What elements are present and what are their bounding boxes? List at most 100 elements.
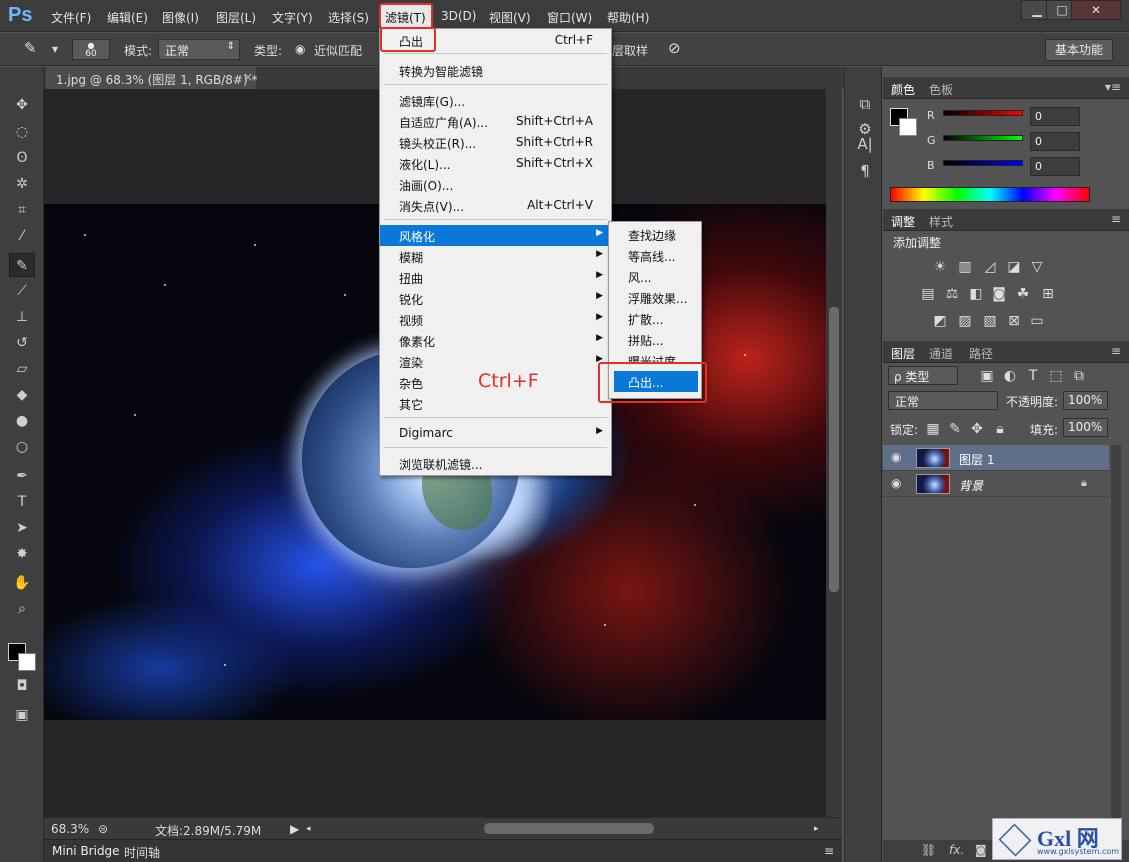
workspace-button[interactable]: 基本功能 [1045,39,1113,61]
red-value[interactable]: 0 [1030,107,1080,126]
photo-filter-icon[interactable]: ◙ [990,286,1008,302]
color-balance-icon[interactable]: ⚖ [943,286,961,302]
lock-pixels-icon[interactable]: ✎ [946,421,964,437]
menu-layer[interactable]: 图层(L) [216,9,256,26]
screen-mode-icon[interactable]: ▣ [9,703,35,727]
marquee-tool-icon[interactable]: ◌ [9,120,35,144]
curves-icon[interactable]: ◿ [981,259,999,275]
menu-help[interactable]: 帮助(H) [607,9,649,26]
menu-item-sharpen[interactable]: 锐化 ▶ [380,288,611,309]
pressure-icon[interactable]: ⊘ [668,39,681,57]
paint-bucket-tool-icon[interactable]: ◆ [9,383,35,407]
submenu-item-emboss[interactable]: 浮雕效果... [609,287,701,308]
layer-fx-button[interactable]: fx. [949,843,964,857]
document-tab[interactable]: 1.jpg @ 68.3% (图层 1, RGB/8#) * × [46,67,257,89]
menu-item-vanishing-point[interactable]: 消失点(V)... Alt+Ctrl+V [380,195,611,216]
vertical-scrollbar-thumb[interactable] [829,307,839,592]
paragraph-panel-icon[interactable]: ¶ [854,160,876,182]
menu-item-liquify[interactable]: 液化(L)... Shift+Ctrl+X [380,153,611,174]
tab-paths[interactable]: 路径 [969,345,993,362]
eyedropper-tool-icon[interactable]: ⁄ [9,224,35,248]
path-selection-tool-icon[interactable]: ➤ [9,516,35,540]
menu-type[interactable]: 文字(Y) [272,9,313,26]
menu-item-render[interactable]: 渲染 ▶ [380,351,611,372]
zoom-level[interactable]: 68.3% [51,822,89,836]
lasso-tool-icon[interactable]: ʘ [9,146,35,170]
pen-tool-icon[interactable]: ✒ [9,464,35,488]
blue-value[interactable]: 0 [1030,157,1080,176]
menu-select[interactable]: 选择(S) [328,9,369,26]
visibility-eye-icon[interactable]: ◉ [891,450,901,464]
vibrance-icon[interactable]: ▽ [1028,259,1046,275]
sample-all-layers-label[interactable]: 层取样 [612,42,648,59]
crop-tool-icon[interactable]: ⌗ [9,198,35,222]
menu-item-blur[interactable]: 模糊 ▶ [380,246,611,267]
menu-item-adaptive-wide-angle[interactable]: 自适应广角(A)... Shift+Ctrl+A [380,111,611,132]
tab-styles[interactable]: 样式 [929,213,953,230]
menu-item-lens-correction[interactable]: 镜头校正(R)... Shift+Ctrl+R [380,132,611,153]
menu-edit[interactable]: 编辑(E) [107,9,148,26]
background-color-swatch[interactable] [18,653,36,671]
green-value[interactable]: 0 [1030,132,1080,151]
vertical-scrollbar[interactable] [826,89,842,817]
tab-mini-bridge[interactable]: Mini Bridge [52,844,120,858]
threshold-icon[interactable]: ▧ [981,313,999,329]
clone-stamp-tool-icon[interactable]: ⊥ [9,305,35,329]
filter-adjustment-icon[interactable]: ◐ [1001,368,1019,384]
menu-filter[interactable]: 滤镜(T) [385,9,426,26]
status-menu-arrow-icon[interactable]: ▶ [290,822,299,836]
close-icon[interactable]: × [243,70,253,84]
selective-color-icon[interactable]: ⊠ [1005,313,1023,329]
filter-type-icon[interactable]: T [1024,368,1042,384]
tab-layers[interactable]: 图层 [891,345,915,362]
history-brush-tool-icon[interactable]: ↺ [9,331,35,355]
brush-tool-icon[interactable]: ⟋ [9,279,35,303]
color-spectrum[interactable] [890,187,1090,202]
posterize-icon[interactable]: ▨ [956,313,974,329]
menu-image[interactable]: 图像(I) [162,9,199,26]
layers-scrollbar[interactable] [1111,445,1121,845]
exposure-icon[interactable]: ◪ [1005,259,1023,275]
close-window-button[interactable]: ✕ [1071,0,1121,20]
filter-shape-icon[interactable]: ⬚ [1047,368,1065,384]
filter-smart-object-icon[interactable]: ⧉ [1070,368,1088,384]
filter-pixel-icon[interactable]: ▣ [978,368,996,384]
shape-tool-icon[interactable]: ✸ [9,542,35,566]
submenu-item-find-edges[interactable]: 查找边缘 [609,224,701,245]
tab-channels[interactable]: 通道 [929,345,953,362]
black-white-icon[interactable]: ◧ [967,286,985,302]
layer-filter-select[interactable]: ρ 类型 [888,366,958,385]
red-slider[interactable] [943,110,1023,116]
menu-item-digimarc[interactable]: Digimarc ▶ [380,423,611,444]
menu-3d[interactable]: 3D(D) [441,9,476,23]
menu-item-other[interactable]: 其它 [380,393,611,414]
zoom-tool-icon[interactable]: ⌕ [9,597,35,621]
background-color-swatch[interactable] [899,118,917,136]
menu-item-distort[interactable]: 扭曲 ▶ [380,267,611,288]
dodge-tool-icon[interactable]: ○ [9,435,35,459]
hue-saturation-icon[interactable]: ▤ [919,286,937,302]
brightness-icon[interactable]: ☀ [931,259,949,275]
add-mask-icon[interactable]: ◙ [975,843,987,857]
menu-item-stylize[interactable]: 风格化 ▶ [380,225,611,246]
opacity-input[interactable]: 100% [1063,391,1108,410]
brush-size-picker[interactable]: ● 60 [72,39,110,60]
eraser-tool-icon[interactable]: ▱ [9,357,35,381]
menu-file[interactable]: 文件(F) [51,9,91,26]
channel-mixer-icon[interactable]: ☘ [1014,286,1032,302]
menu-item-filter-gallery[interactable]: 滤镜库(G)... [380,90,611,111]
move-tool-icon[interactable]: ✥ [9,93,35,117]
green-slider[interactable] [943,135,1023,141]
spot-healing-brush-icon[interactable]: ✎ [24,39,37,57]
blur-tool-icon[interactable]: ● [9,409,35,433]
lock-transparent-icon[interactable]: ▦ [924,421,942,437]
menu-item-video[interactable]: 视频 ▶ [380,309,611,330]
layer-name[interactable]: 背景 [959,477,983,494]
levels-icon[interactable]: ▥ [956,259,974,275]
link-layers-icon[interactable]: ⛓ [921,843,936,857]
submenu-item-trace-contour[interactable]: 等高线... [609,245,701,266]
panel-menu-icon[interactable]: ≡ [1111,344,1121,358]
hand-tool-icon[interactable]: ✋ [9,571,35,595]
menu-window[interactable]: 窗口(W) [547,9,592,26]
invert-icon[interactable]: ◩ [931,313,949,329]
